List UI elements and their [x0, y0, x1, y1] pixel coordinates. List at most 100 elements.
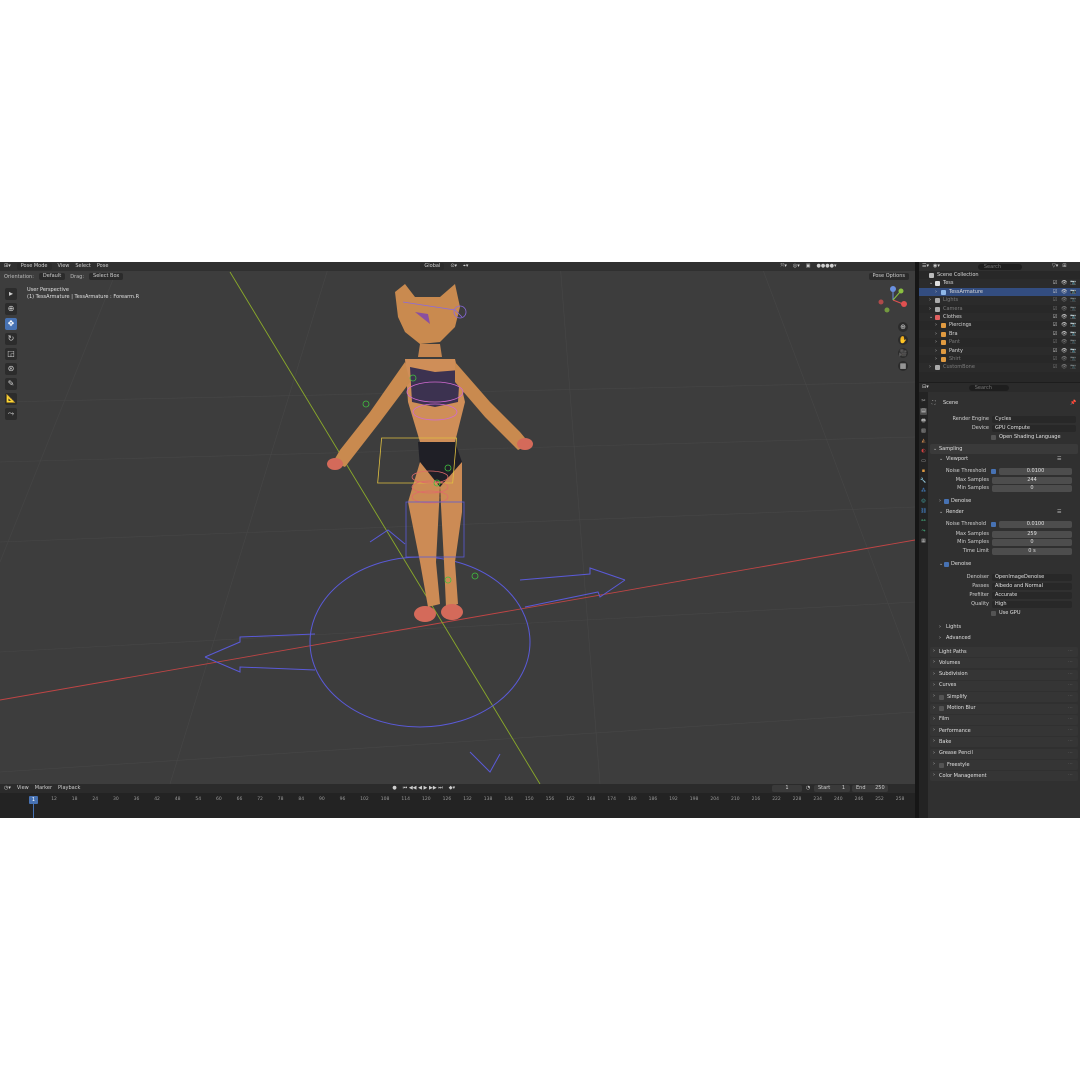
- keyframe-type-icon[interactable]: ◆▾: [449, 784, 455, 793]
- current-frame-field[interactable]: 1: [772, 785, 802, 792]
- tool-tab-icon[interactable]: ✂: [920, 398, 927, 405]
- filter-icon[interactable]: ▽▾: [1052, 262, 1058, 271]
- scene-tab-icon[interactable]: ◭: [920, 438, 927, 445]
- preview-range-icon[interactable]: ◔: [806, 784, 810, 793]
- new-collection-icon[interactable]: ⊞: [1062, 262, 1066, 271]
- panel-header[interactable]: › Volumes ⋯: [930, 658, 1078, 669]
- eye-icon[interactable]: 👁: [1061, 321, 1067, 329]
- visibility-toggles[interactable]: ☑ 👁 📷: [1052, 363, 1076, 371]
- vp-denoise-row[interactable]: › Denoise: [930, 497, 1078, 505]
- visibility-toggles[interactable]: ☑ 👁 📷: [1052, 279, 1076, 287]
- render-camera-icon[interactable]: 📷: [1070, 338, 1076, 346]
- rotate-tool-icon[interactable]: ↻: [5, 333, 17, 345]
- expand-chevron-icon[interactable]: ›: [929, 305, 931, 313]
- scale-tool-icon[interactable]: ◲: [5, 348, 17, 360]
- panel-header[interactable]: › Curves ⋯: [930, 680, 1078, 691]
- editor-type-button[interactable]: ⊞▾: [4, 262, 11, 271]
- start-frame-field[interactable]: Start 1: [814, 785, 850, 792]
- 3d-viewport[interactable]: ⊞▾ Pose Mode View Select Pose Global ⊙▾ …: [0, 262, 915, 784]
- render-camera-icon[interactable]: 📷: [1070, 288, 1076, 296]
- vp-denoise-checkbox[interactable]: [944, 498, 949, 504]
- lights-subpanel-row[interactable]: › Lights: [930, 623, 1078, 631]
- eye-icon[interactable]: 👁: [1061, 279, 1067, 287]
- record-icon[interactable]: ●: [392, 784, 396, 793]
- r-noise-field[interactable]: 0.0100: [999, 520, 1072, 528]
- properties-search-input[interactable]: Search: [968, 384, 1009, 391]
- drag-handle-icon[interactable]: ⋯: [1068, 738, 1073, 744]
- render-camera-icon[interactable]: 📷: [1070, 296, 1076, 304]
- render-camera-icon[interactable]: 📷: [1070, 305, 1076, 313]
- object-tab-icon[interactable]: ▪: [920, 468, 927, 475]
- expand-chevron-icon[interactable]: ›: [929, 363, 931, 371]
- menu-pose[interactable]: Pose: [97, 262, 109, 271]
- visibility-toggles[interactable]: ☑ 👁 📷: [1052, 338, 1076, 346]
- measure-tool-icon[interactable]: 📐: [5, 393, 17, 405]
- passes-dropdown[interactable]: Albedo and Normal: [992, 582, 1072, 590]
- denoiser-dropdown[interactable]: OpenImageDenoise: [992, 573, 1072, 581]
- output-tab-icon[interactable]: 🖶: [920, 418, 927, 425]
- exclude-checkbox-icon[interactable]: ☑: [1052, 321, 1058, 329]
- panel-header[interactable]: › Film ⋯: [930, 714, 1078, 725]
- render-camera-icon[interactable]: 📷: [1070, 330, 1076, 338]
- modifier-tab-icon[interactable]: 🔧: [920, 478, 927, 485]
- render-camera-icon[interactable]: 📷: [1070, 321, 1076, 329]
- shading-modes-icon[interactable]: ●●●●▾: [817, 262, 837, 271]
- pivot-icon[interactable]: ⊙▾: [450, 262, 457, 271]
- overlays-icon[interactable]: ◎▾: [793, 262, 800, 271]
- outliner-row[interactable]: › Pant ☑ 👁 📷: [919, 338, 1080, 346]
- r-max-field[interactable]: 259: [992, 530, 1072, 538]
- outliner-row[interactable]: › Camera ☑ 👁 📷: [919, 305, 1080, 313]
- orientation-dropdown[interactable]: Default: [38, 273, 66, 280]
- advanced-subpanel-row[interactable]: › Advanced: [930, 634, 1078, 642]
- world-tab-icon[interactable]: ◐: [920, 448, 927, 455]
- r-time-field[interactable]: 0 s: [992, 547, 1072, 555]
- exclude-checkbox-icon[interactable]: ☑: [1052, 288, 1058, 296]
- expand-chevron-icon[interactable]: ›: [935, 347, 937, 355]
- vp-min-field[interactable]: 0: [992, 484, 1072, 492]
- collection-tab-icon[interactable]: ▭: [920, 458, 927, 465]
- xray-icon[interactable]: ▣: [806, 262, 811, 271]
- pan-hand-icon[interactable]: ✋: [898, 335, 908, 345]
- eye-icon[interactable]: 👁: [1061, 288, 1067, 296]
- playback-controls-icon[interactable]: ⏮ ◀◀ ◀ ▶ ▶▶ ⏭: [403, 784, 443, 793]
- panel-header[interactable]: › Motion Blur ⋯: [930, 703, 1078, 714]
- render-camera-icon[interactable]: 📷: [1070, 313, 1076, 321]
- exclude-checkbox-icon[interactable]: ☑: [1052, 355, 1058, 363]
- eye-icon[interactable]: 👁: [1061, 305, 1067, 313]
- pin-icon[interactable]: 📌: [1070, 399, 1076, 407]
- drag-handle-icon[interactable]: ⋯: [1068, 682, 1073, 688]
- panel-header[interactable]: › Bake ⋯: [930, 737, 1078, 748]
- outliner-row[interactable]: › CustomBone ☑ 👁 📷: [919, 363, 1080, 372]
- visibility-toggles[interactable]: ☑ 👁 📷: [1052, 355, 1076, 363]
- eye-icon[interactable]: 👁: [1061, 363, 1067, 371]
- eye-icon[interactable]: 👁: [1061, 313, 1067, 321]
- timeline-menu-view[interactable]: View: [17, 784, 29, 793]
- properties-editor[interactable]: ⊟▾ Search ✂ ▤ 🖶 ▧ ◭ ◐ ▭ ▪ 🔧 ⁂ ◎ ⛓ ⚯ ⤳ ▦ …: [919, 383, 1080, 818]
- properties-editor-type-icon[interactable]: ⊟▾: [922, 383, 929, 392]
- visibility-toggles[interactable]: ☑ 👁 📷: [1052, 296, 1076, 304]
- render-presets-icon[interactable]: ☰: [1057, 508, 1061, 516]
- outliner-row[interactable]: › TessArmature ☑ 👁 📷: [919, 287, 1080, 297]
- physics-tab-icon[interactable]: ◎: [920, 498, 927, 505]
- playhead[interactable]: 1: [29, 796, 38, 804]
- exclude-checkbox-icon[interactable]: ☑: [1052, 296, 1058, 304]
- expand-chevron-icon[interactable]: ›: [935, 338, 937, 346]
- visibility-toggles[interactable]: ☑ 👁 📷: [1052, 321, 1076, 329]
- menu-select[interactable]: Select: [75, 262, 90, 271]
- mode-dropdown[interactable]: Pose Mode: [16, 263, 52, 270]
- device-dropdown[interactable]: GPU Compute: [992, 424, 1076, 432]
- render-camera-icon[interactable]: 📷: [1070, 355, 1076, 363]
- menu-view[interactable]: View: [58, 262, 70, 271]
- move-tool-icon[interactable]: ✥: [5, 318, 17, 330]
- outliner-row[interactable]: ⌄ Tess ☑ 👁 📷: [919, 279, 1080, 288]
- r-noise-checkbox[interactable]: [991, 521, 996, 527]
- visibility-toggles[interactable]: ☑ 👁 📷: [1052, 288, 1076, 296]
- prefilter-dropdown[interactable]: Accurate: [992, 591, 1072, 599]
- eye-icon[interactable]: 👁: [1061, 338, 1067, 346]
- viewport-subpanel-row[interactable]: ⌄ Viewport ☰: [930, 455, 1078, 463]
- outliner-search-input[interactable]: Search: [977, 263, 1022, 270]
- timeline-editor[interactable]: ◷▾ View Marker Playback ● ⏮ ◀◀ ◀ ▶ ▶▶ ⏭ …: [0, 784, 915, 818]
- expand-chevron-icon[interactable]: ⌄: [929, 279, 933, 287]
- display-mode-icon[interactable]: ◉▾: [933, 262, 940, 271]
- expand-chevron-icon[interactable]: ⌄: [929, 313, 933, 321]
